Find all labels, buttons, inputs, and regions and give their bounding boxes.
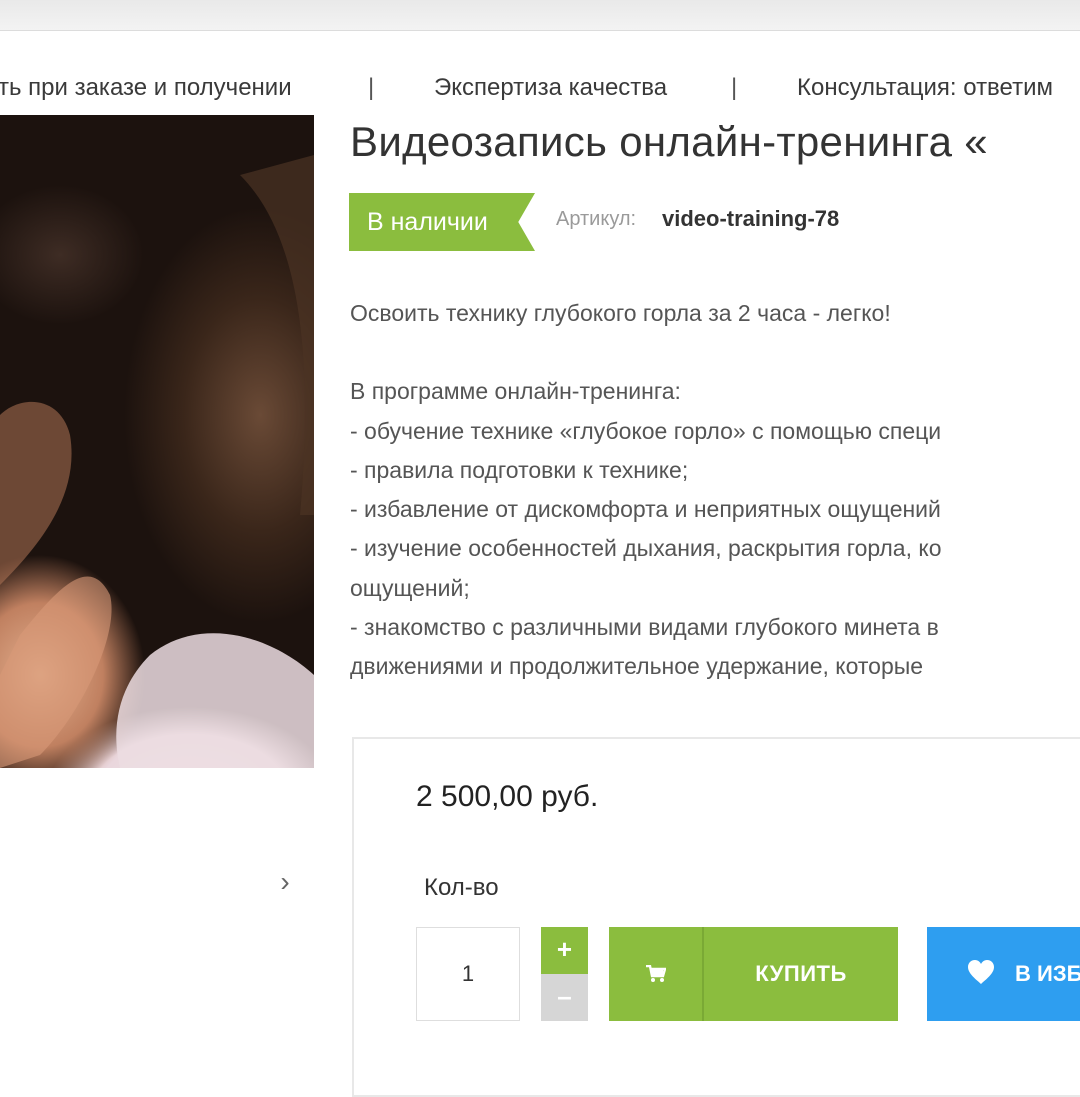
quantity-label: Кол-во: [424, 874, 499, 901]
product-price: 2 500,00 руб.: [416, 780, 599, 813]
benefit-separator: |: [731, 74, 738, 101]
buy-button[interactable]: КУПИТЬ: [609, 927, 898, 1021]
product-description: Освоить технику глубокого горла за 2 час…: [350, 294, 1080, 687]
quantity-increase-button[interactable]: +: [541, 927, 588, 974]
description-line: - избавление от дискомфорта и неприятных…: [350, 496, 941, 523]
description-line: В программе онлайн-тренинга:: [350, 378, 681, 405]
stock-badge: В наличии: [349, 193, 535, 251]
heart-icon: [967, 959, 995, 990]
description-line: ощущений;: [350, 574, 470, 601]
benefit-item-payment: ть при заказе и получении: [0, 74, 292, 101]
description-line: - обучение технике «глубокое горло» с по…: [350, 417, 942, 444]
product-image[interactable]: [0, 115, 314, 768]
benefits-bar: ть при заказе и получении | Экспертиза к…: [0, 74, 1080, 108]
top-bar: [0, 0, 1080, 31]
product-title: Видеозапись онлайн-тренинга «: [350, 118, 988, 165]
description-line: - изучение особенностей дыхания, раскрыт…: [350, 535, 942, 562]
benefit-separator: |: [368, 74, 375, 101]
sku-label: Артикул:: [556, 208, 637, 230]
sku-value: video-training-78: [662, 206, 840, 231]
description-line: движениями и продолжительное удержание, …: [350, 653, 924, 680]
benefit-item-consultation: Консультация: ответим: [797, 74, 1053, 101]
description-line: Освоить технику глубокого горла за 2 час…: [350, 300, 891, 326]
gallery-next-button[interactable]: ›: [274, 868, 296, 896]
benefit-item-quality: Экспертиза качества: [434, 74, 668, 101]
quantity-input[interactable]: [416, 927, 520, 1021]
description-line: - правила подготовки к технике;: [350, 456, 689, 483]
favorites-button-label: В ИЗБ: [1015, 961, 1080, 986]
quantity-decrease-button[interactable]: –: [541, 974, 588, 1021]
chevron-right-icon: ›: [280, 866, 290, 897]
cart-icon: [609, 927, 704, 1021]
description-line: - знакомство с различными видами глубоко…: [350, 614, 939, 641]
add-to-favorites-button[interactable]: В ИЗБ: [927, 927, 1080, 1021]
buy-button-label: КУПИТЬ: [755, 961, 847, 986]
